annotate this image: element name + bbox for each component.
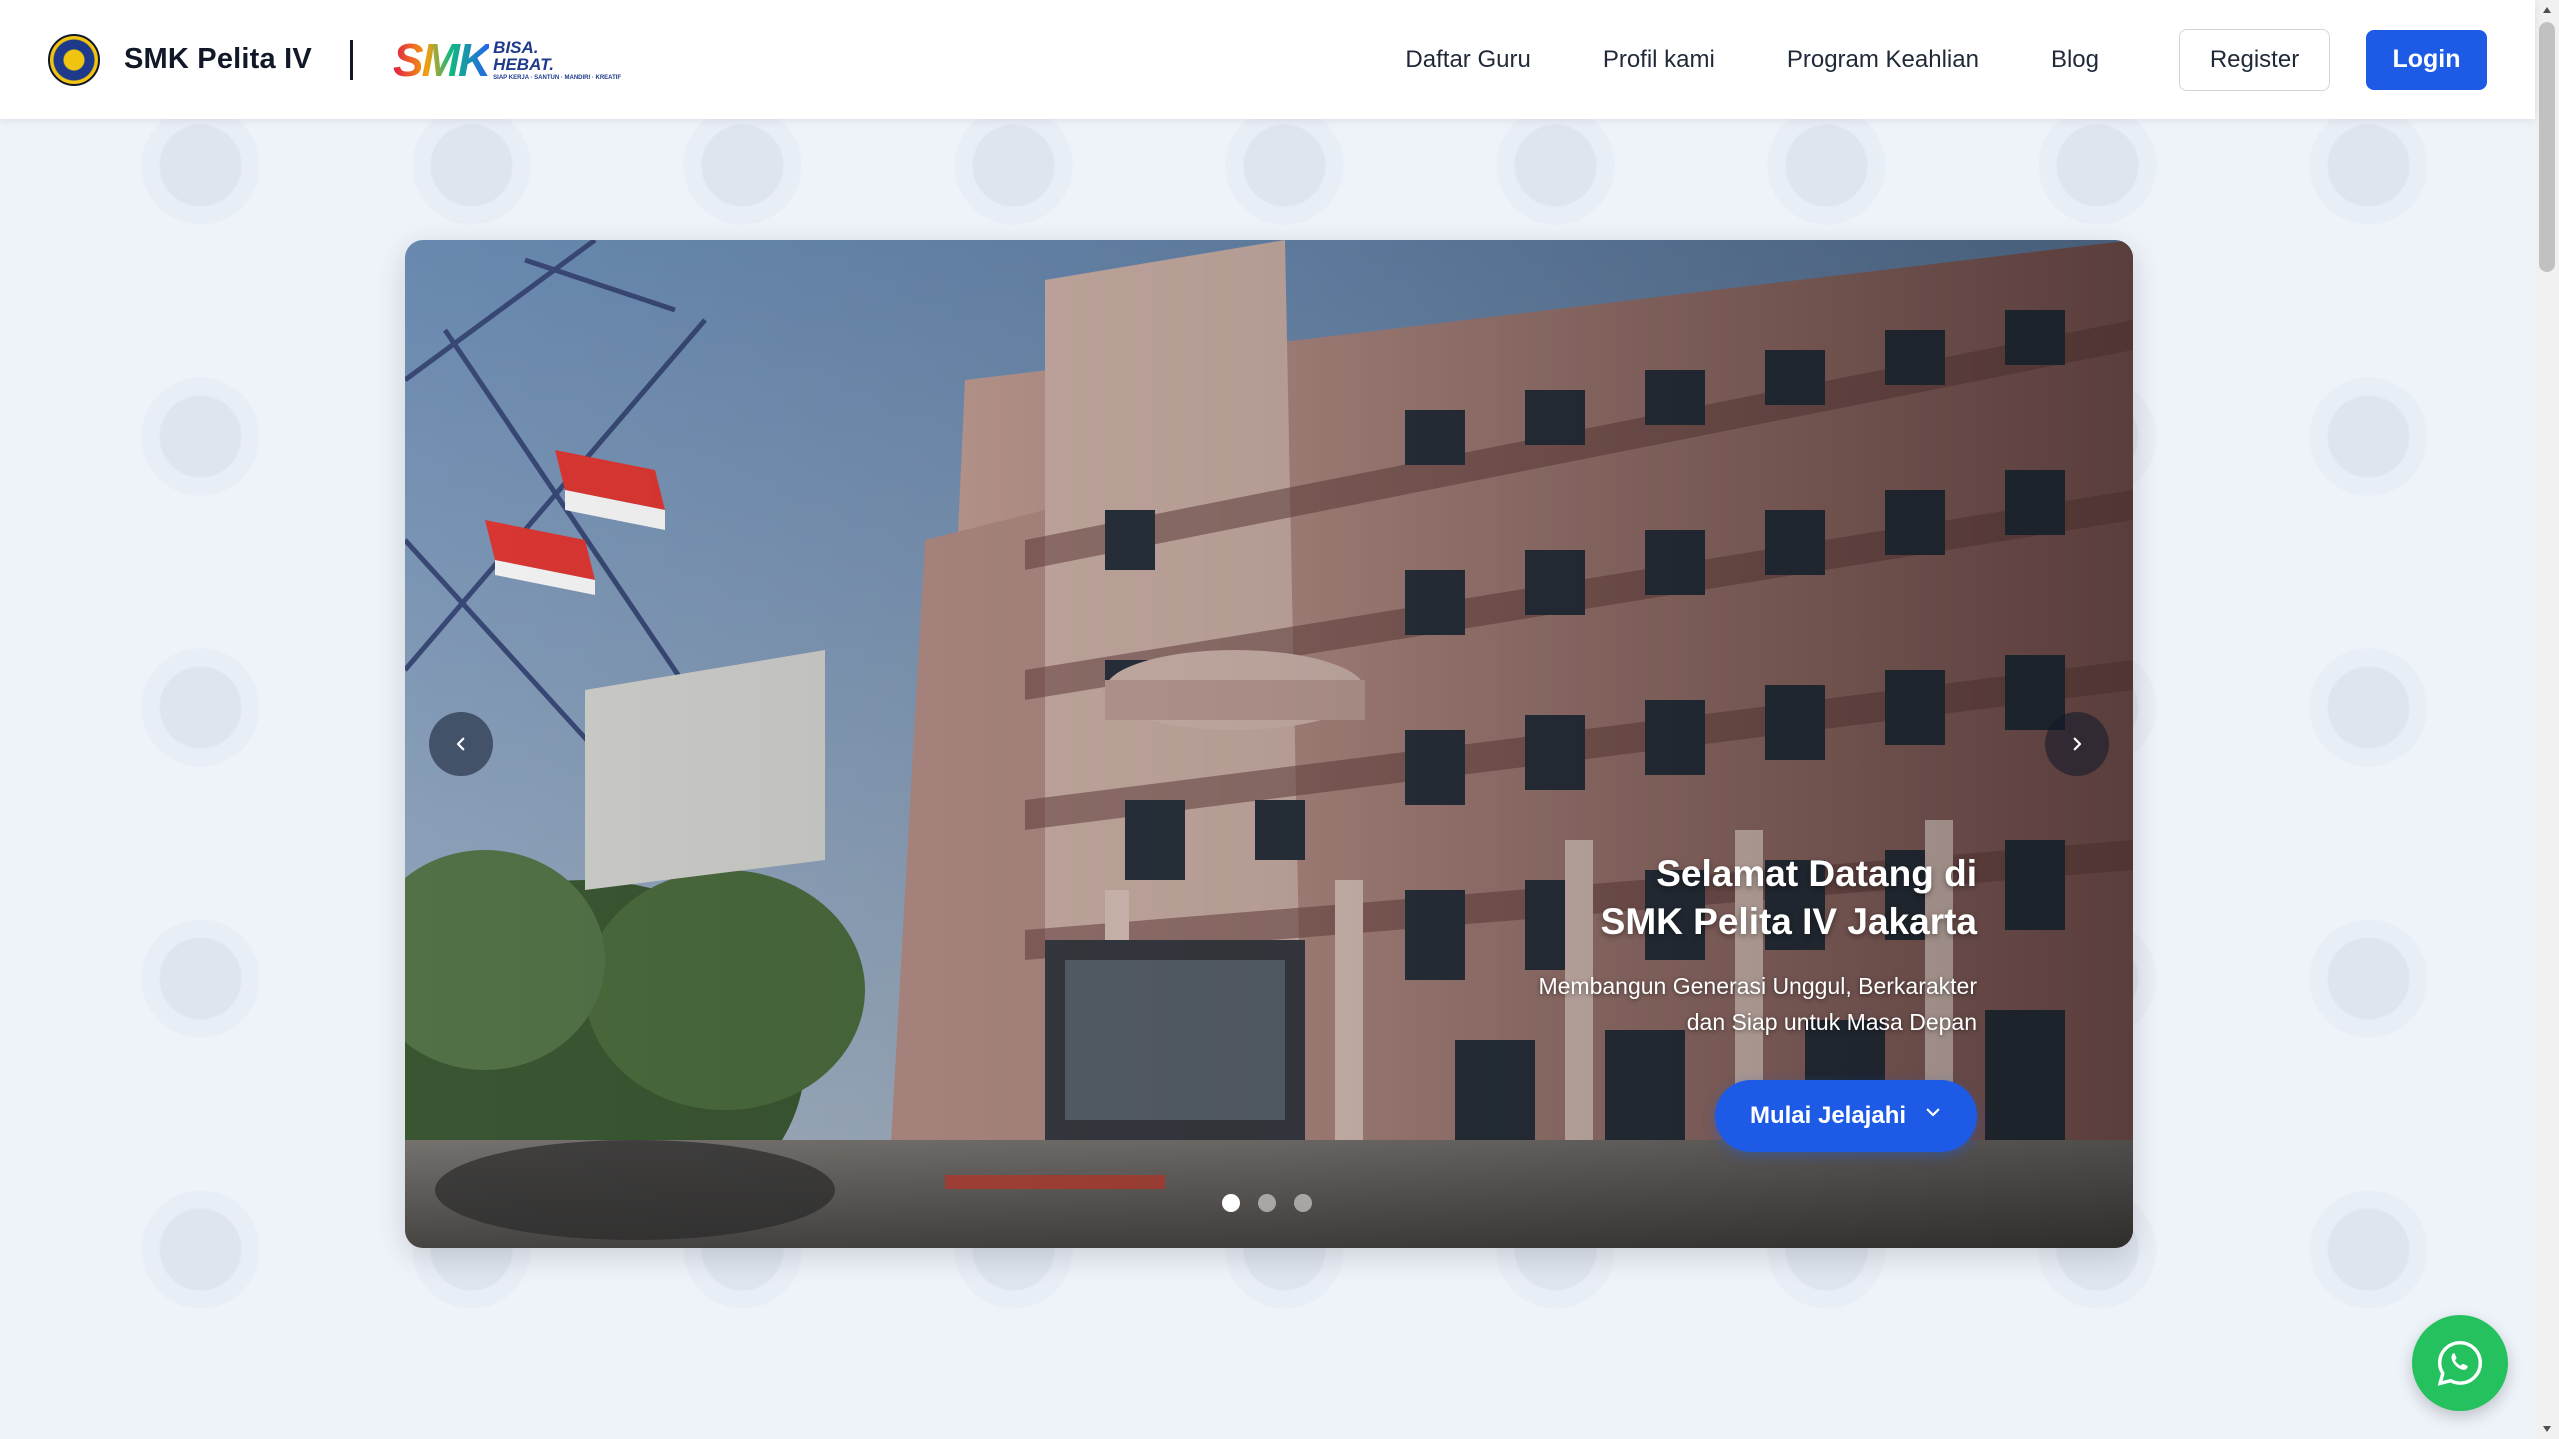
brand-divider xyxy=(349,39,353,80)
mulai-jelajahi-button[interactable]: Mulai Jelajahi xyxy=(1715,1080,1977,1152)
scroll-down-arrow-icon[interactable] xyxy=(2535,1419,2559,1439)
nav-profil-kami[interactable]: Profil kami xyxy=(1603,46,1715,74)
nav-daftar-guru[interactable]: Daftar Guru xyxy=(1405,46,1530,74)
carousel-prev-button[interactable] xyxy=(429,712,493,776)
hero-subtitle-line1: Membangun Generasi Unggul, Berkarakter xyxy=(1538,973,1977,999)
carousel-dot-1[interactable] xyxy=(1222,1194,1240,1212)
brand-name: SMK Pelita IV xyxy=(124,43,312,75)
hero-subtitle-line2: dan Siap untuk Masa Depan xyxy=(1686,1009,1977,1035)
hero-carousel: Selamat Datang di SMK Pelita IV Jakarta … xyxy=(405,240,2133,1248)
nav-blog[interactable]: Blog xyxy=(2051,46,2099,74)
whatsapp-button[interactable] xyxy=(2412,1315,2508,1411)
school-emblem-icon xyxy=(48,33,100,86)
smk-bisa-hebat-logo: SMK BISA. HEBAT. SIAP KERJA · SANTUN · M… xyxy=(393,30,621,90)
main-nav: Daftar Guru Profil kami Program Keahlian… xyxy=(1405,28,2487,91)
carousel-dot-3[interactable] xyxy=(1294,1194,1312,1212)
hero-title-line2: SMK Pelita IV Jakarta xyxy=(1600,901,1977,942)
cta-label: Mulai Jelajahi xyxy=(1749,1102,1907,1129)
logo-word-bisa: BISA. xyxy=(493,37,539,57)
register-button[interactable]: Register xyxy=(2179,28,2330,91)
hero-subtitle: Membangun Generasi Unggul, Berkarakter d… xyxy=(1277,968,1977,1040)
page-scrollbar[interactable] xyxy=(2535,0,2559,1439)
chevron-down-icon xyxy=(1926,1108,1940,1117)
logo-side-text: BISA. HEBAT. SIAP KERJA · SANTUN · MANDI… xyxy=(493,39,621,81)
hero-text: Selamat Datang di SMK Pelita IV Jakarta … xyxy=(1277,850,1977,1040)
hero-title: Selamat Datang di SMK Pelita IV Jakarta xyxy=(1277,850,1977,946)
login-button[interactable]: Login xyxy=(2366,29,2487,90)
nav-program-keahlian[interactable]: Program Keahlian xyxy=(1787,46,1979,74)
chevron-left-icon xyxy=(456,737,465,751)
whatsapp-icon xyxy=(2437,1340,2483,1386)
carousel-dot-2[interactable] xyxy=(1258,1194,1276,1212)
logo-word-hebat: HEBAT. xyxy=(493,54,554,74)
hero-title-line1: Selamat Datang di xyxy=(1656,853,1977,894)
scroll-thumb[interactable] xyxy=(2539,22,2555,272)
chevron-right-icon xyxy=(2073,737,2082,751)
carousel-next-button[interactable] xyxy=(2045,712,2109,776)
carousel-indicators xyxy=(1222,1194,1312,1212)
brand[interactable]: SMK Pelita IV SMK BISA. HEBAT. SIAP KERJ… xyxy=(48,30,621,90)
logo-tagline: SIAP KERJA · SANTUN · MANDIRI · KREATIF xyxy=(493,74,622,81)
logo-smk-text: SMK xyxy=(392,33,491,86)
scroll-up-arrow-icon[interactable] xyxy=(2535,0,2559,20)
site-header: SMK Pelita IV SMK BISA. HEBAT. SIAP KERJ… xyxy=(0,0,2535,119)
